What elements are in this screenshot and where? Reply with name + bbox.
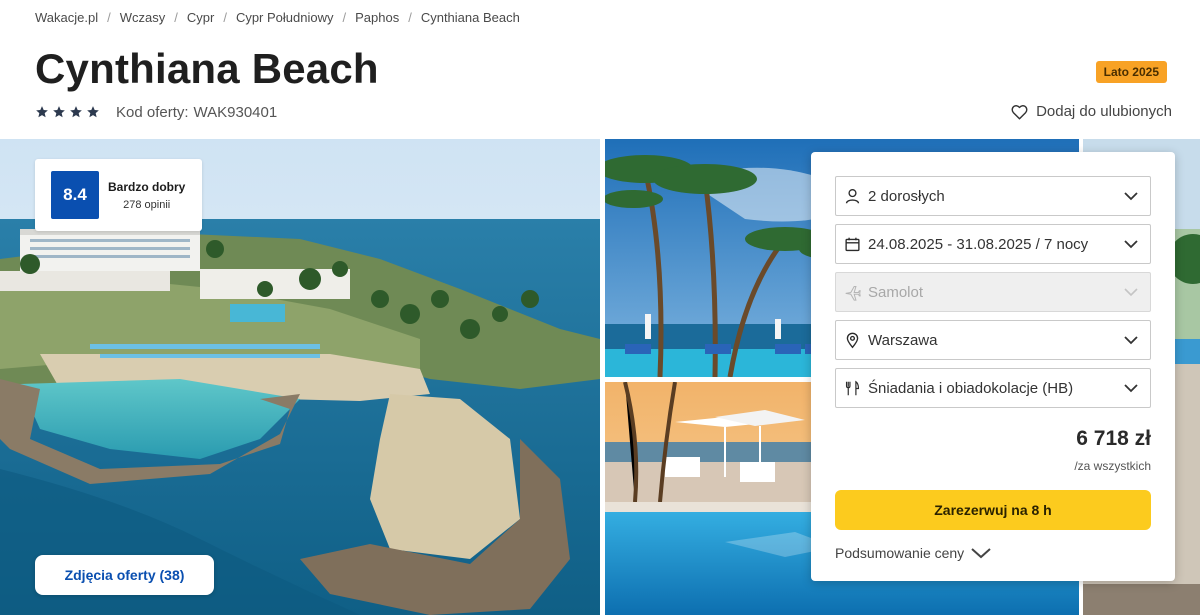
offer-code: Kod oferty: WAK930401 <box>116 104 277 121</box>
breadcrumb-separator: / <box>342 9 347 25</box>
dates-select[interactable]: 24.08.2025 - 31.08.2025 / 7 nocy <box>835 224 1151 264</box>
breadcrumb-item-wczasy[interactable]: Wczasy <box>120 10 166 25</box>
chevron-down-icon <box>971 548 991 559</box>
breadcrumb-item-country[interactable]: Cypr <box>187 10 214 25</box>
chevron-down-icon <box>1123 380 1139 396</box>
hotel-stars <box>35 105 100 119</box>
breadcrumb-separator: / <box>174 9 178 25</box>
star-icon <box>87 106 99 118</box>
breadcrumb-separator: / <box>408 9 412 25</box>
total-price: 6 718 zł <box>1076 427 1151 450</box>
add-to-favorites-label: Dodaj do ulubionych <box>1036 103 1172 120</box>
star-icon <box>36 106 48 118</box>
breadcrumb-item-region[interactable]: Cypr Południowy <box>236 10 334 25</box>
breadcrumb-separator: / <box>107 9 111 25</box>
dates-value: 24.08.2025 - 31.08.2025 / 7 nocy <box>868 235 1089 253</box>
departure-select[interactable]: Warszawa <box>835 320 1151 360</box>
rating-score: 8.4 <box>51 171 99 219</box>
price-summary-toggle[interactable]: Podsumowanie ceny <box>835 545 992 561</box>
rating-count: 278 opinii <box>123 198 171 211</box>
rating-card[interactable]: 8.4 Bardzo dobry 278 opinii <box>35 159 202 231</box>
reserve-button[interactable]: Zarezerwuj na 8 h <box>835 490 1151 530</box>
chevron-down-icon <box>1123 332 1139 348</box>
booking-panel: 2 dorosłych 24.08.2025 - 31.08.2025 / 7 … <box>811 152 1175 581</box>
location-pin-icon <box>844 332 861 349</box>
board-select[interactable]: Śniadania i obiadokolacje (HB) <box>835 368 1151 408</box>
offer-code-value: WAK930401 <box>193 103 278 121</box>
add-to-favorites-button[interactable]: Dodaj do ulubionych <box>1011 103 1172 120</box>
departure-value: Warszawa <box>868 331 938 349</box>
travelers-value: 2 dorosłych <box>868 187 945 205</box>
breadcrumb-item-home[interactable]: Wakacje.pl <box>35 10 98 25</box>
calendar-icon <box>844 236 861 253</box>
heart-icon <box>1011 104 1028 119</box>
travelers-select[interactable]: 2 dorosłych <box>835 176 1151 216</box>
offer-code-label: Kod oferty: <box>116 103 189 121</box>
transport-select: Samolot <box>835 272 1151 312</box>
breadcrumb-item-city[interactable]: Paphos <box>355 10 399 25</box>
view-photos-button[interactable]: Zdjęcia oferty (38) <box>35 555 214 595</box>
breadcrumb: Wakacje.pl / Wczasy / Cypr / Cypr Połudn… <box>35 8 520 26</box>
cutlery-icon <box>844 380 861 397</box>
price-note: /za wszystkich <box>1074 459 1151 473</box>
price-summary-label: Podsumowanie ceny <box>835 545 965 561</box>
hotel-meta: Kod oferty: WAK930401 <box>35 102 277 122</box>
rating-text: Bardzo dobry 278 opinii <box>108 180 185 211</box>
chevron-down-icon <box>1123 188 1139 204</box>
page-title: Cynthiana Beach <box>35 45 379 92</box>
chevron-down-icon <box>1123 284 1139 300</box>
star-icon <box>53 106 65 118</box>
rating-label: Bardzo dobry <box>108 179 186 194</box>
breadcrumb-separator: / <box>223 9 227 25</box>
plane-icon <box>844 284 861 301</box>
season-badge: Lato 2025 <box>1095 61 1167 83</box>
chevron-down-icon <box>1123 236 1139 252</box>
board-value: Śniadania i obiadokolacje (HB) <box>868 379 1074 397</box>
breadcrumb-item-hotel[interactable]: Cynthiana Beach <box>421 10 520 25</box>
person-icon <box>844 188 861 205</box>
star-icon <box>70 106 82 118</box>
transport-value: Samolot <box>868 283 924 301</box>
